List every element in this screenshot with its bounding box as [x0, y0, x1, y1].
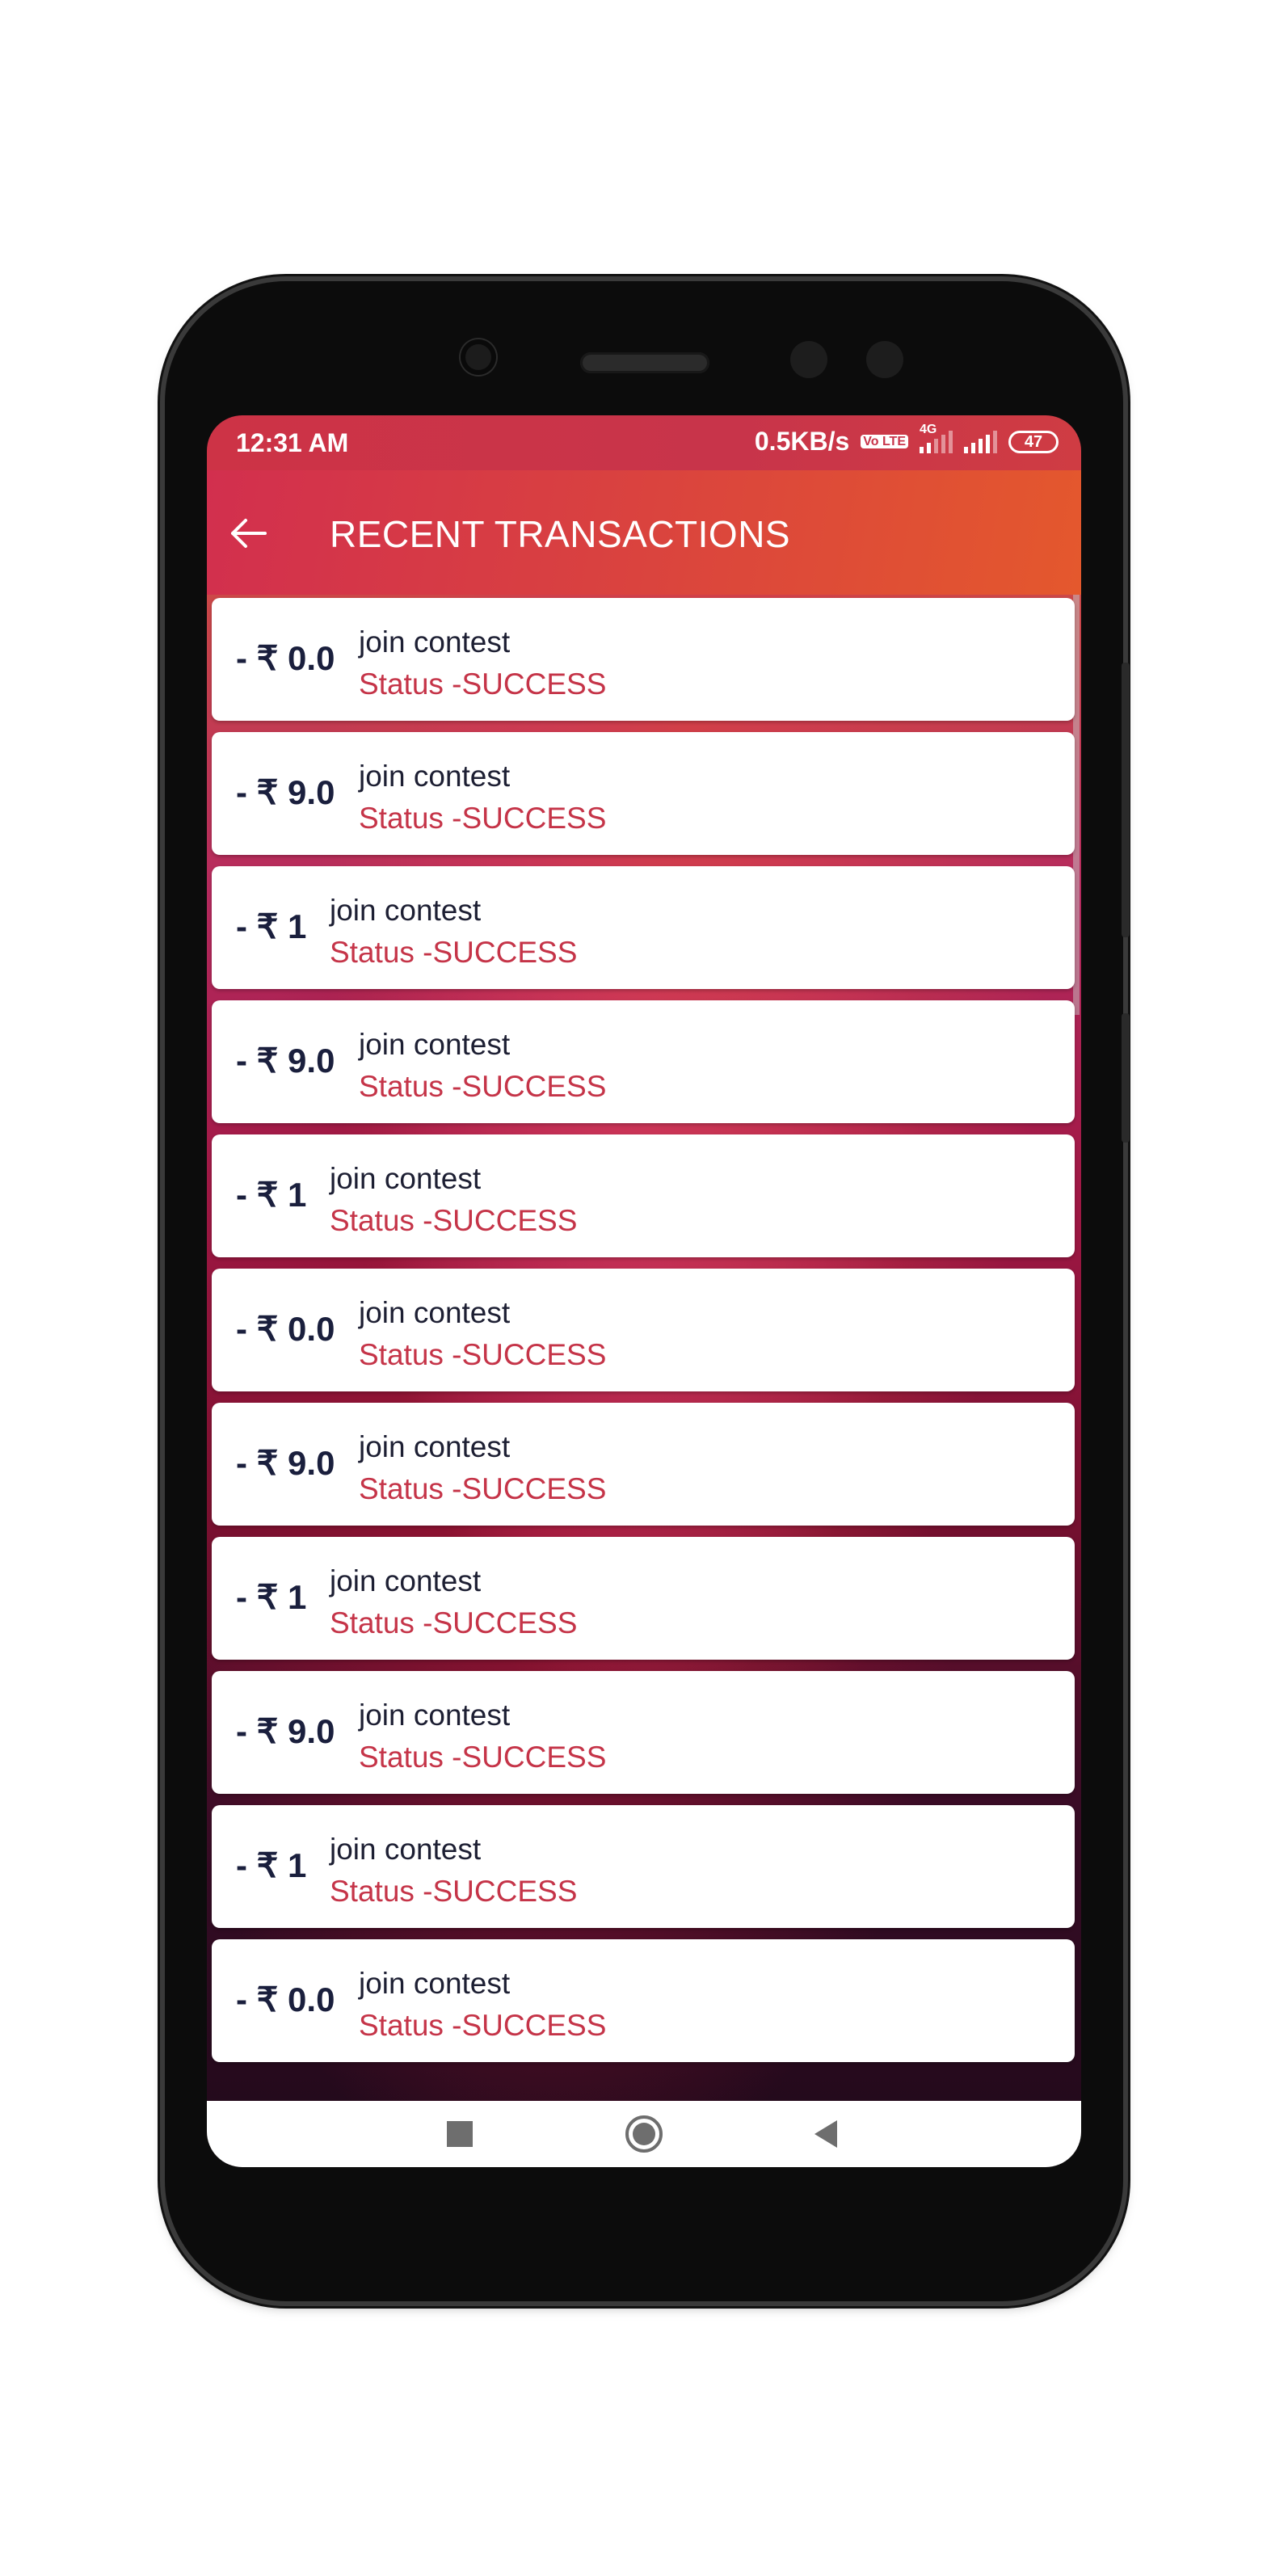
transaction-status: Status -SUCCESS: [359, 2009, 607, 2042]
transaction-description: join contest: [330, 894, 482, 927]
transaction-status: Status -SUCCESS: [359, 1338, 607, 1371]
triangle-back-icon: [814, 2120, 837, 2148]
status-time: 12:31 AM: [236, 428, 349, 457]
page-title: RECENT TRANSACTIONS: [330, 513, 791, 555]
transaction-card[interactable]: - ₹ 9.0 join contest Status -SUCCESS: [212, 732, 1075, 855]
transaction-amount: - ₹ 9.0: [236, 1444, 335, 1482]
transaction-description: join contest: [330, 1162, 482, 1195]
transaction-status: Status -SUCCESS: [330, 1204, 578, 1237]
transaction-amount: - ₹ 0.0: [236, 1310, 335, 1348]
network-type-label: 4G: [920, 422, 937, 436]
transaction-description: join contest: [359, 1967, 511, 2000]
transaction-description: join contest: [359, 1430, 511, 1463]
nav-back-button[interactable]: [805, 2112, 848, 2156]
transaction-card[interactable]: - ₹ 9.0 join contest Status -SUCCESS: [212, 1000, 1075, 1123]
transaction-card[interactable]: - ₹ 0.0 join contest Status -SUCCESS: [212, 598, 1075, 721]
light-sensor: [866, 341, 903, 378]
transaction-amount: - ₹ 9.0: [236, 1712, 335, 1750]
side-button-volume: [1122, 663, 1130, 937]
circle-home-icon: [625, 2115, 663, 2153]
front-camera: [461, 339, 496, 375]
proximity-sensor: [790, 341, 827, 378]
earpiece-speaker: [580, 352, 709, 373]
transaction-amount: - ₹ 1: [236, 1176, 307, 1214]
transaction-status: Status -SUCCESS: [359, 1472, 607, 1505]
system-nav-bar: [207, 2101, 1081, 2167]
screen: 12:31 AM 0.5KB/s Vo LTE 4G 47 RECENT TRA…: [207, 415, 1081, 2167]
network-speed: 0.5KB/s: [754, 427, 850, 456]
status-right: 0.5KB/s Vo LTE 4G 47: [754, 423, 1059, 457]
transaction-amount: - ₹ 0.0: [236, 639, 335, 677]
transaction-card[interactable]: - ₹ 1 join contest Status -SUCCESS: [212, 1805, 1075, 1928]
status-bar: 12:31 AM 0.5KB/s Vo LTE 4G 47: [207, 415, 1081, 470]
transaction-status: Status -SUCCESS: [359, 1740, 607, 1774]
transaction-card[interactable]: - ₹ 9.0 join contest Status -SUCCESS: [212, 1671, 1075, 1794]
side-button-power: [1122, 1013, 1130, 1143]
home-button[interactable]: [622, 2112, 666, 2156]
transactions-list[interactable]: - ₹ 0.0 join contest Status -SUCCESS - ₹…: [207, 595, 1081, 2101]
transaction-card[interactable]: - ₹ 1 join contest Status -SUCCESS: [212, 866, 1075, 989]
transaction-description: join contest: [359, 1698, 511, 1732]
battery-icon: 47: [1008, 430, 1059, 453]
transaction-amount: - ₹ 1: [236, 1578, 307, 1616]
transaction-status: Status -SUCCESS: [330, 936, 578, 969]
transaction-card[interactable]: - ₹ 9.0 join contest Status -SUCCESS: [212, 1403, 1075, 1526]
transaction-amount: - ₹ 1: [236, 907, 307, 945]
transaction-status: Status -SUCCESS: [359, 1070, 607, 1103]
transaction-amount: - ₹ 0.0: [236, 1980, 335, 2018]
arrow-left-icon: [231, 519, 267, 548]
transaction-card[interactable]: - ₹ 0.0 join contest Status -SUCCESS: [212, 1269, 1075, 1391]
transaction-amount: - ₹ 9.0: [236, 773, 335, 811]
transaction-amount: - ₹ 1: [236, 1846, 307, 1884]
volte-icon: Vo LTE: [861, 435, 908, 448]
transaction-status: Status -SUCCESS: [359, 802, 607, 835]
app-bar: RECENT TRANSACTIONS: [207, 470, 1081, 595]
square-recents-icon: [447, 2121, 473, 2147]
transaction-status: Status -SUCCESS: [330, 1606, 578, 1639]
transaction-card[interactable]: - ₹ 1 join contest Status -SUCCESS: [212, 1537, 1075, 1660]
recents-button[interactable]: [438, 2112, 482, 2156]
transaction-status: Status -SUCCESS: [330, 1875, 578, 1908]
signal-4g-icon: 4G: [920, 423, 953, 453]
transaction-description: join contest: [359, 760, 511, 793]
transaction-description: join contest: [359, 625, 511, 659]
transaction-status: Status -SUCCESS: [359, 667, 607, 701]
transaction-description: join contest: [330, 1564, 482, 1597]
transaction-amount: - ₹ 9.0: [236, 1042, 335, 1080]
transaction-description: join contest: [359, 1028, 511, 1061]
signal-bars-icon: [964, 430, 997, 453]
transaction-description: join contest: [359, 1296, 511, 1329]
transaction-card[interactable]: - ₹ 0.0 join contest Status -SUCCESS: [212, 1939, 1075, 2062]
transaction-description: join contest: [330, 1833, 482, 1866]
back-button[interactable]: [225, 509, 273, 558]
transaction-card[interactable]: - ₹ 1 join contest Status -SUCCESS: [212, 1134, 1075, 1257]
